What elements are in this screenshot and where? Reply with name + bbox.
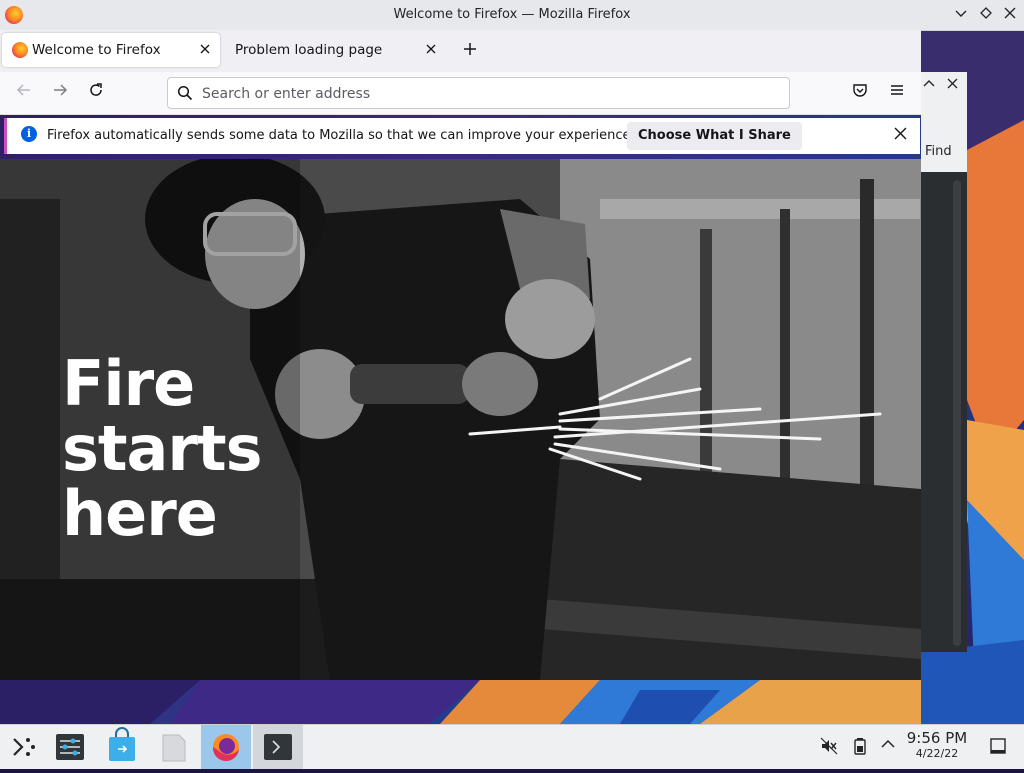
hamburger-menu-icon bbox=[891, 85, 903, 95]
reload-button[interactable] bbox=[84, 81, 108, 105]
notification-message: Firefox automatically sends some data to… bbox=[47, 128, 635, 143]
hero-headline: Fire starts here bbox=[62, 351, 262, 546]
reload-icon bbox=[90, 83, 102, 96]
forward-arrow-icon bbox=[54, 84, 68, 96]
file-manager-icon bbox=[162, 734, 186, 762]
application-launcher-icon bbox=[13, 738, 35, 756]
volume-button[interactable] bbox=[819, 737, 839, 757]
show-desktop-icon bbox=[990, 738, 1006, 754]
window-titlebar: Welcome to Firefox — Mozilla Firefox bbox=[0, 0, 1024, 31]
tab-label: Problem loading page bbox=[235, 42, 383, 58]
data-collection-notification: i Firefox automatically sends some data … bbox=[4, 118, 920, 154]
show-desktop-button[interactable] bbox=[988, 737, 1008, 757]
back-arrow-icon bbox=[16, 84, 30, 96]
maximize-button[interactable] bbox=[976, 5, 996, 25]
tab-problem-loading-page[interactable]: Problem loading page bbox=[226, 33, 446, 67]
file-manager-button[interactable] bbox=[149, 725, 199, 769]
search-input[interactable] bbox=[200, 82, 774, 106]
system-settings-icon bbox=[56, 734, 84, 760]
background-window-panel: Find bbox=[921, 72, 967, 652]
pocket-button[interactable] bbox=[848, 81, 872, 105]
notification-close-button[interactable] bbox=[890, 125, 910, 145]
minimize-button[interactable] bbox=[951, 5, 971, 25]
clock-time: 9:56 PM bbox=[906, 729, 968, 747]
close-icon bbox=[947, 78, 958, 89]
discover-store-button[interactable] bbox=[97, 725, 147, 769]
headline-line: Fire bbox=[62, 347, 195, 420]
tab-label: Welcome to Firefox bbox=[32, 42, 161, 58]
system-tray-expand-button[interactable] bbox=[878, 737, 898, 757]
new-tab-button[interactable] bbox=[458, 38, 482, 62]
panel-close-button[interactable] bbox=[947, 78, 958, 93]
tab-welcome-to-firefox[interactable]: Welcome to Firefox bbox=[2, 33, 220, 67]
firefox-icon bbox=[212, 734, 239, 762]
clock-date: 4/22/22 bbox=[915, 747, 959, 760]
address-bar[interactable] bbox=[167, 77, 790, 109]
diamond-icon bbox=[980, 7, 992, 19]
chevron-down-icon bbox=[955, 10, 967, 17]
info-icon: i bbox=[21, 126, 37, 142]
discover-store-icon bbox=[109, 727, 135, 761]
terminal-taskbar-button[interactable] bbox=[253, 725, 303, 769]
close-icon bbox=[894, 127, 906, 140]
audio-muted-icon bbox=[820, 737, 838, 755]
tab-strip: Welcome to Firefox Problem loading page bbox=[0, 30, 921, 72]
close-icon bbox=[1004, 7, 1016, 19]
digital-clock[interactable]: 9:56 PM 4/22/22 bbox=[898, 730, 976, 761]
find-label[interactable]: Find bbox=[925, 144, 952, 159]
plus-icon bbox=[464, 43, 476, 55]
panel-scrollbar[interactable] bbox=[953, 180, 961, 646]
chevron-up-icon bbox=[923, 80, 935, 87]
back-button[interactable] bbox=[12, 81, 36, 105]
taskbar: 9:56 PM 4/22/22 bbox=[0, 724, 1024, 769]
close-icon bbox=[200, 44, 210, 54]
collapse-button[interactable] bbox=[923, 78, 935, 94]
headline-line: here bbox=[62, 477, 218, 550]
firefox-icon bbox=[12, 42, 28, 58]
choose-what-i-share-button[interactable]: Choose What I Share bbox=[627, 122, 802, 150]
close-icon bbox=[426, 44, 436, 54]
forward-button[interactable] bbox=[48, 81, 72, 105]
tab-close-button[interactable] bbox=[196, 41, 214, 59]
chevron-up-icon bbox=[881, 739, 895, 748]
navigation-toolbar bbox=[0, 72, 921, 115]
application-launcher-button[interactable] bbox=[0, 725, 50, 769]
window-title: Welcome to Firefox — Mozilla Firefox bbox=[393, 7, 631, 22]
pocket-icon bbox=[853, 84, 867, 97]
firefox-taskbar-button[interactable] bbox=[201, 725, 251, 769]
tab-close-button[interactable] bbox=[422, 41, 440, 59]
welcome-hero: Fire starts here bbox=[0, 159, 921, 680]
search-icon bbox=[177, 85, 193, 101]
application-menu-button[interactable] bbox=[885, 81, 909, 105]
panel-header: Find bbox=[921, 72, 967, 172]
headline-line: starts bbox=[62, 412, 262, 485]
system-settings-button[interactable] bbox=[45, 725, 95, 769]
terminal-icon bbox=[264, 734, 292, 760]
close-window-button[interactable] bbox=[1000, 5, 1020, 25]
battery-button[interactable] bbox=[850, 737, 870, 757]
battery-icon bbox=[854, 738, 866, 755]
